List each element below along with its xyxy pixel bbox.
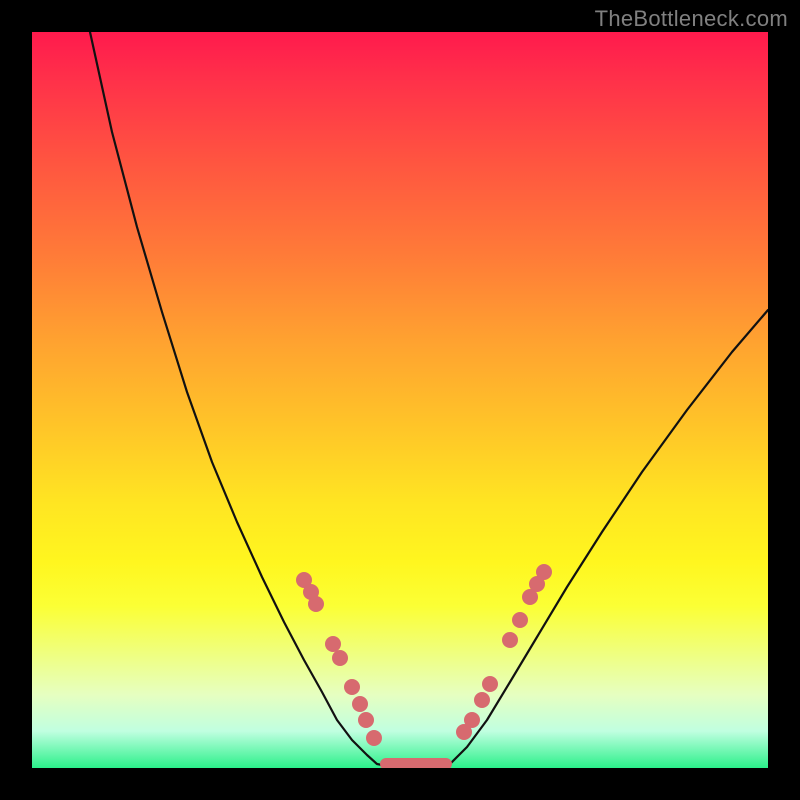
data-point-marker: [344, 679, 360, 695]
plot-area: [32, 32, 768, 768]
data-point-marker: [512, 612, 528, 628]
chart-svg: [32, 32, 768, 768]
data-point-marker: [482, 676, 498, 692]
data-point-marker: [332, 650, 348, 666]
data-markers: [296, 564, 552, 768]
watermark-text: TheBottleneck.com: [595, 6, 788, 32]
data-point-marker: [358, 712, 374, 728]
valley-floor-marker: [380, 758, 452, 768]
bottleneck-curve: [90, 32, 768, 768]
data-point-marker: [536, 564, 552, 580]
chart-frame: TheBottleneck.com: [0, 0, 800, 800]
data-point-marker: [474, 692, 490, 708]
data-point-marker: [352, 696, 368, 712]
data-point-marker: [308, 596, 324, 612]
data-point-marker: [325, 636, 341, 652]
data-point-marker: [502, 632, 518, 648]
data-point-marker: [366, 730, 382, 746]
data-point-marker: [464, 712, 480, 728]
